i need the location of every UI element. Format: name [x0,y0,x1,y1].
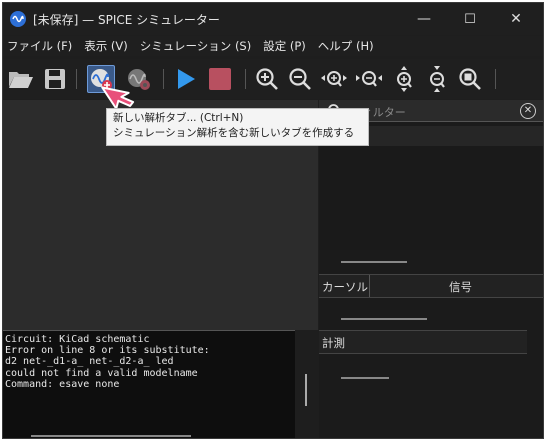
zoom-out-horizontal-icon [356,71,382,87]
column-header-signal[interactable]: 信号 [449,279,472,295]
measurements-header: 計測 [319,330,527,354]
signals-list[interactable] [319,146,543,250]
save-icon [45,69,65,89]
console-side-panel [295,330,318,438]
simulator-window: [未保存] — SPICE シミュレーター — ☐ ✕ ファイル (F) 表示 … [2,2,544,439]
run-button[interactable] [171,65,199,93]
stop-button[interactable] [206,65,234,93]
toolbar-separator [76,69,77,89]
toolbar-separator [495,69,496,89]
zoom-in-vertical-icon [397,66,412,92]
save-button[interactable] [41,65,69,93]
zoom-in-horizontal-icon [321,71,347,87]
signals-horizontal-scrollbar[interactable] [341,261,407,263]
clear-icon[interactable]: ✕ [520,103,536,119]
console-text: Circuit: KiCad schematic Error on line 8… [5,334,210,390]
column-header-cursor[interactable]: カーソル [322,279,368,295]
zoom-out-icon [289,68,311,90]
console-horizontal-scrollbar[interactable] [31,435,191,437]
toolbar [3,59,543,99]
tooltip-description: シミュレーション解析を含む新しいタブを作成する [113,127,355,139]
menu-view[interactable]: 表示 (V) [78,38,134,54]
window-title: [未保存] — SPICE シミュレーター [33,12,220,27]
run-icon [178,69,195,89]
menu-file[interactable]: ファイル (F) [3,38,78,54]
console-vertical-scrollbar[interactable] [305,374,307,406]
zoom-out-vertical-button[interactable] [423,65,451,93]
cursor-table-header: カーソル 信号 [319,274,543,298]
zoom-in-horizontal-button[interactable] [320,65,348,93]
console-output: Circuit: KiCad schematic Error on line 8… [3,330,295,438]
pointer-arrow-icon [101,86,135,110]
tooltip: 新しい解析タブ... (Ctrl+N) シミュレーション解析を含む新しいタブを作… [106,108,369,146]
open-button[interactable] [7,65,35,93]
menu-help[interactable]: ヘルプ (H) [312,38,380,54]
zoom-out-button[interactable] [286,65,314,93]
app-icon [10,11,26,27]
measurements-label: 計測 [322,336,345,350]
title-bar: [未保存] — SPICE シミュレーター — ☐ ✕ [3,3,543,35]
measurements-horizontal-scrollbar[interactable] [341,377,389,379]
column-divider [369,275,370,297]
cursor-horizontal-scrollbar[interactable] [341,318,427,320]
menu-bar: ファイル (F) 表示 (V) シミュレーション (S) 設定 (P) ヘルプ … [3,36,543,56]
zoom-out-vertical-icon [430,66,445,92]
right-panel: フィルター ✕ カーソル 信号 計測 [319,100,543,438]
close-button[interactable]: ✕ [493,3,539,35]
folder-open-icon [9,72,33,88]
zoom-fit-icon [459,68,481,90]
zoom-in-button[interactable] [253,65,281,93]
maximize-button[interactable]: ☐ [447,3,493,35]
minimize-button[interactable]: — [401,3,447,35]
zoom-out-horizontal-button[interactable] [355,65,383,93]
zoom-in-vertical-button[interactable] [390,65,418,93]
menu-simulation[interactable]: シミュレーション (S) [134,38,257,54]
tooltip-title: 新しい解析タブ... (Ctrl+N) [113,112,244,124]
zoom-in-icon [256,68,278,90]
zoom-fit-button[interactable] [456,65,484,93]
stop-icon [209,68,231,90]
toolbar-separator [245,69,246,89]
menu-preferences[interactable]: 設定 (P) [257,38,312,54]
toolbar-separator [163,69,164,89]
